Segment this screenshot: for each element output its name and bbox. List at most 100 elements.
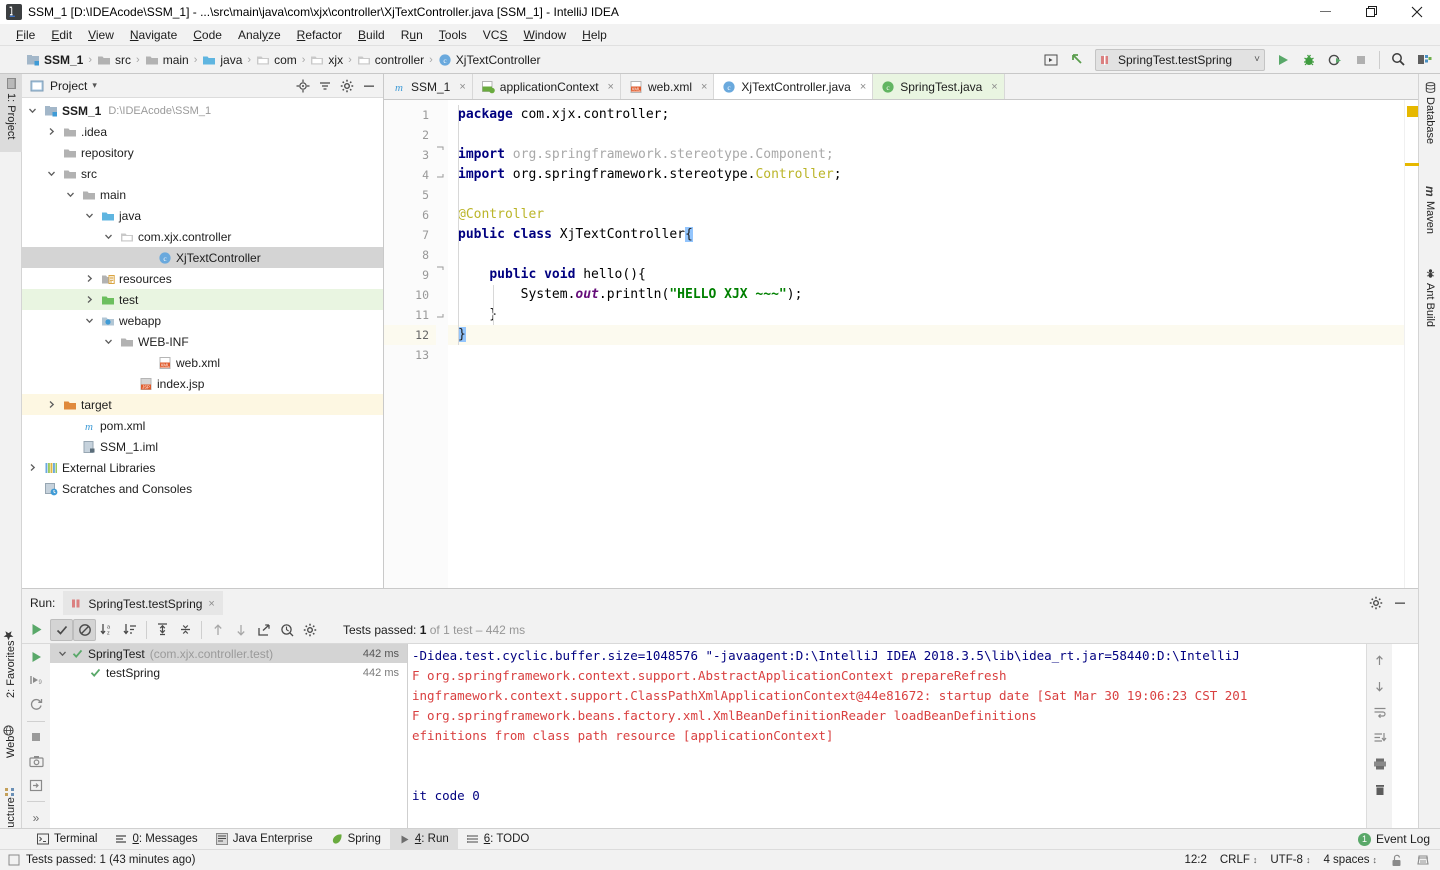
code-text[interactable]: package com.xjx.controller; import org.s… [448, 100, 1418, 588]
tree-node-.idea[interactable]: .idea [22, 121, 383, 142]
chevron-down-icon[interactable] [104, 232, 118, 241]
editor-scrollbar[interactable] [1404, 100, 1419, 588]
bottom-item-todo[interactable]: 6: TODO [458, 829, 539, 849]
code-line[interactable]: public class XjTextController{ [448, 225, 1418, 245]
vcs-icon[interactable] [1416, 853, 1430, 867]
select-opened-file-icon[interactable] [1039, 49, 1063, 71]
breadcrumb-item-src[interactable]: src [97, 53, 131, 67]
run-configuration-selector[interactable]: SpringTest.testSpring ˅ [1095, 48, 1265, 71]
breadcrumb-item-xjx[interactable]: xjx [310, 53, 343, 67]
code-line[interactable] [448, 125, 1418, 145]
warning-stripe[interactable] [1405, 163, 1419, 166]
rerun-tests-button[interactable] [22, 622, 50, 637]
close-button[interactable] [1394, 0, 1440, 24]
maximize-button[interactable] [1348, 0, 1394, 24]
tree-node-scratches-and-consoles[interactable]: Scratches and Consoles [22, 478, 383, 499]
sidebar-item-project[interactable]: 1: Project [0, 74, 22, 152]
test-history-icon[interactable] [275, 619, 298, 641]
rerun-failed-icon[interactable]: 9 [24, 670, 48, 692]
test-row-springtest[interactable]: SpringTest (com.xjx.controller.test) 442 m… [50, 644, 407, 663]
tree-node-main[interactable]: main [22, 184, 383, 205]
sidebar-item-favorites[interactable]: 2: Favorites [0, 614, 22, 702]
chevron-down-icon[interactable] [85, 316, 99, 325]
code-line[interactable]: } [448, 305, 1418, 325]
editor-tab-applicationcontext[interactable]: applicationContext × [473, 74, 621, 99]
settings-gear-icon[interactable] [1366, 593, 1386, 613]
chevron-down-icon[interactable] [47, 169, 61, 178]
hide-panel-icon[interactable] [359, 76, 379, 96]
tree-node-web-inf[interactable]: WEB-INF [22, 331, 383, 352]
close-icon[interactable]: × [701, 81, 707, 93]
soft-wrap-icon[interactable] [1369, 702, 1391, 722]
toggle-auto-test-icon[interactable] [24, 694, 48, 716]
tree-node-pom.xml[interactable]: m pom.xml [22, 415, 383, 436]
editor-tab-ssm-1[interactable]: m SSM_1 × [384, 74, 473, 99]
menu-vcs[interactable]: VCS [475, 26, 516, 44]
console-scrollbar[interactable] [1392, 644, 1418, 829]
code-line[interactable]: @Controller [448, 205, 1418, 225]
code-fold-marker[interactable] [436, 165, 448, 185]
menu-window[interactable]: Window [515, 26, 574, 44]
notification-icon[interactable] [8, 854, 20, 866]
hide-panel-icon[interactable] [1390, 593, 1410, 613]
chevron-right-icon[interactable] [28, 463, 42, 472]
code-line[interactable]: package com.xjx.controller; [448, 105, 1418, 125]
run-icon[interactable] [1271, 49, 1295, 71]
dump-threads-icon[interactable] [24, 774, 48, 796]
sidebar-item-ant-build[interactable]: Ant Build [1419, 264, 1440, 342]
show-passed-toggle[interactable] [50, 618, 73, 641]
code-editor[interactable]: 1 2 3 4 5 6 7 8 9 10 11 12 13 package com.xjx.contro… [384, 100, 1418, 588]
sort-by-duration-icon[interactable] [119, 619, 142, 641]
menu-refactor[interactable]: Refactor [289, 26, 350, 44]
sidebar-item-web[interactable]: Web [0, 706, 22, 762]
close-icon[interactable]: × [459, 81, 465, 93]
tree-node-web.xml[interactable]: XML web.xml [22, 352, 383, 373]
editor-tab-web-xml[interactable]: XML web.xml × [621, 74, 715, 99]
run-tab-springtest[interactable]: SpringTest.testSpring × [63, 590, 223, 615]
project-tree[interactable]: SSM_1 D:\IDEAcode\SSM_1 .idea repository src… [22, 98, 383, 499]
code-line[interactable]: import org.springframework.stereotype.Co… [448, 145, 1418, 165]
breadcrumb-item-java[interactable]: java [202, 53, 242, 67]
event-log-label[interactable]: Event Log [1376, 832, 1430, 846]
editor-tab-xjtextcontroller-java[interactable]: c XjTextController.java × [714, 74, 874, 99]
menu-view[interactable]: View [80, 26, 122, 44]
sidebar-item-database[interactable]: Database [1419, 78, 1440, 152]
code-line[interactable]: } [448, 325, 1418, 345]
screenshot-icon[interactable] [24, 750, 48, 772]
menu-code[interactable]: Code [185, 26, 230, 44]
settings-gear-icon[interactable] [298, 619, 321, 641]
expand-all-icon[interactable] [151, 619, 174, 641]
bottom-item-spring[interactable]: Spring [322, 829, 390, 849]
sort-alphabetically-icon[interactable]: az [96, 619, 119, 641]
chevron-down-icon[interactable] [66, 190, 80, 199]
tree-node-java[interactable]: java [22, 205, 383, 226]
menu-analyze[interactable]: Analyze [230, 26, 289, 44]
clear-all-icon[interactable] [1369, 780, 1391, 800]
close-icon[interactable]: × [991, 81, 997, 93]
chevron-down-icon[interactable] [28, 106, 42, 115]
code-line[interactable] [448, 345, 1418, 365]
settings-gear-icon[interactable] [337, 76, 357, 96]
code-line[interactable]: System.out.println("HELLO XJX ~~~"); [448, 285, 1418, 305]
scroll-to-end-icon[interactable] [1369, 728, 1391, 748]
collapse-all-icon[interactable] [174, 619, 197, 641]
caret-position[interactable]: 12:2 [1184, 854, 1206, 866]
chevron-right-icon[interactable] [85, 274, 99, 283]
tree-node-test[interactable]: test [22, 289, 383, 310]
bottom-item-run[interactable]: 4: Run [389, 829, 458, 849]
next-failed-test-icon[interactable] [229, 619, 252, 641]
code-line[interactable]: public void hello(){ [448, 265, 1418, 285]
chevron-down-icon[interactable]: ▾ [92, 80, 97, 91]
tree-node-external-libraries[interactable]: External Libraries [22, 457, 383, 478]
chevron-down-icon[interactable] [58, 649, 72, 658]
code-fold-marker[interactable] [436, 265, 448, 285]
minimize-button[interactable] [1302, 0, 1348, 24]
menu-navigate[interactable]: Navigate [122, 26, 185, 44]
project-structure-icon[interactable] [1412, 49, 1436, 71]
code-fold-marker[interactable] [436, 145, 448, 165]
warning-marker[interactable] [1407, 106, 1418, 117]
breadcrumb-item-ssm-1[interactable]: SSM_1 [26, 53, 83, 67]
tree-node-index.jsp[interactable]: JSP index.jsp [22, 373, 383, 394]
close-icon[interactable]: × [208, 598, 214, 610]
code-line[interactable] [448, 245, 1418, 265]
